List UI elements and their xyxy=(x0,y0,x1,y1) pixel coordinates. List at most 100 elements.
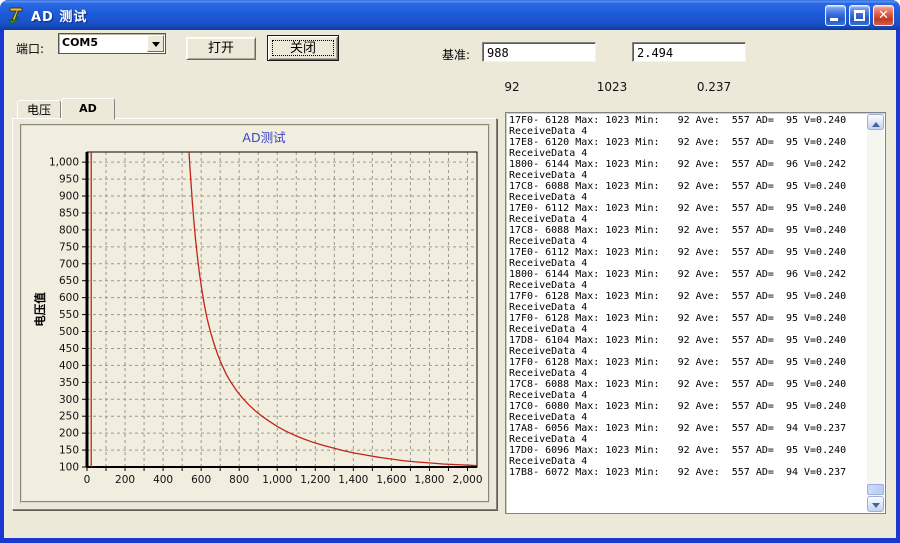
y-tick-label: 500 xyxy=(59,326,79,338)
y-tick-label: 700 xyxy=(59,258,79,270)
log-line[interactable]: 17F0- 6128 Max: 1023 Min: 92 Ave: 557 AD… xyxy=(509,357,865,368)
chart-svg: 1001502002503003504004505005506006507007… xyxy=(22,126,488,501)
log-line[interactable]: 17A8- 6056 Max: 1023 Min: 92 Ave: 557 AD… xyxy=(509,423,865,434)
close-port-button-label: 关闭 xyxy=(272,40,334,56)
plot-frame xyxy=(87,152,477,467)
log-line[interactable]: ReceiveData 4 xyxy=(509,456,865,467)
y-axis-label: 电压值 xyxy=(33,292,47,327)
log-line[interactable]: 17F0- 6128 Max: 1023 Min: 92 Ave: 557 AD… xyxy=(509,291,865,302)
close-port-button[interactable]: 关闭 xyxy=(267,35,339,61)
combobox-dropdown-icon[interactable] xyxy=(147,35,164,52)
log-scrollbar[interactable] xyxy=(867,114,884,512)
log-line[interactable]: ReceiveData 4 xyxy=(509,236,865,247)
log-line[interactable]: ReceiveData 4 xyxy=(509,346,865,357)
y-tick-label: 1,000 xyxy=(49,157,79,169)
y-tick-label: 400 xyxy=(59,360,79,372)
window-title: AD 测试 xyxy=(31,6,87,25)
x-tick-label: 600 xyxy=(191,474,211,486)
x-tick-label: 0 xyxy=(84,474,91,486)
log-line[interactable]: 17E0- 6112 Max: 1023 Min: 92 Ave: 557 AD… xyxy=(509,247,865,258)
tab-voltage[interactable]: 电压 xyxy=(17,100,61,119)
scroll-down-icon xyxy=(872,503,880,512)
close-icon: ✕ xyxy=(874,7,893,25)
x-tick-label: 1,800 xyxy=(414,474,444,486)
reference-ad-input[interactable] xyxy=(482,42,596,62)
log-line[interactable]: 17E8- 6120 Max: 1023 Min: 92 Ave: 557 AD… xyxy=(509,137,865,148)
x-tick-label: 2,000 xyxy=(452,474,482,486)
app-window: AD 测试 ✕ 端口: COM5 打开 关闭 基准: 92 1023 0.237… xyxy=(0,0,900,543)
y-tick-label: 600 xyxy=(59,292,79,304)
log-lines: 17F0- 6128 Max: 1023 Min: 92 Ave: 557 AD… xyxy=(509,115,865,511)
reference-volt-input[interactable] xyxy=(632,42,746,62)
app-icon xyxy=(7,5,27,25)
log-line[interactable]: ReceiveData 4 xyxy=(509,302,865,313)
minimize-button[interactable] xyxy=(825,5,846,26)
stat-volt-value: 0.237 xyxy=(690,80,738,94)
log-line[interactable]: 1800- 6144 Max: 1023 Min: 92 Ave: 557 AD… xyxy=(509,269,865,280)
scroll-up-icon xyxy=(872,118,880,127)
titlebar: AD 测试 ✕ xyxy=(0,0,900,30)
log-line[interactable]: ReceiveData 4 xyxy=(509,434,865,445)
log-line[interactable]: ReceiveData 4 xyxy=(509,368,865,379)
close-window-button[interactable]: ✕ xyxy=(873,5,894,26)
y-tick-label: 100 xyxy=(59,462,79,474)
reference-label: 基准: xyxy=(442,46,470,63)
x-tick-label: 1,000 xyxy=(262,474,292,486)
x-tick-label: 200 xyxy=(115,474,135,486)
chart-title: AD测试 xyxy=(242,130,286,145)
ad-chart: 1001502002503003504004505005506006507007… xyxy=(20,124,490,503)
stat-max-value: 1023 xyxy=(592,80,632,94)
open-port-button[interactable]: 打开 xyxy=(186,37,256,60)
client-area: 端口: COM5 打开 关闭 基准: 92 1023 0.237 电压 AD 1… xyxy=(4,30,896,538)
log-line[interactable]: 17E0- 6112 Max: 1023 Min: 92 Ave: 557 AD… xyxy=(509,203,865,214)
log-line[interactable]: ReceiveData 4 xyxy=(509,390,865,401)
y-tick-label: 150 xyxy=(59,445,79,457)
log-line[interactable]: 1800- 6144 Max: 1023 Min: 92 Ave: 557 AD… xyxy=(509,159,865,170)
x-tick-label: 1,200 xyxy=(300,474,330,486)
log-line[interactable]: 17C8- 6088 Max: 1023 Min: 92 Ave: 557 AD… xyxy=(509,225,865,236)
y-tick-label: 550 xyxy=(59,309,79,321)
minimize-icon xyxy=(830,18,838,21)
log-line[interactable]: ReceiveData 4 xyxy=(509,170,865,181)
receive-log-listbox[interactable]: 17F0- 6128 Max: 1023 Min: 92 Ave: 557 AD… xyxy=(505,112,886,514)
scrollbar-thumb[interactable] xyxy=(867,484,884,495)
y-tick-label: 250 xyxy=(59,411,79,423)
log-line[interactable]: 17C8- 6088 Max: 1023 Min: 92 Ave: 557 AD… xyxy=(509,181,865,192)
port-combobox[interactable]: COM5 xyxy=(58,33,166,54)
port-label: 端口: xyxy=(16,40,44,57)
x-tick-label: 400 xyxy=(153,474,173,486)
y-tick-label: 950 xyxy=(59,174,79,186)
log-line[interactable]: 17C8- 6088 Max: 1023 Min: 92 Ave: 557 AD… xyxy=(509,379,865,390)
x-tick-label: 800 xyxy=(229,474,249,486)
log-line[interactable]: 17F0- 6128 Max: 1023 Min: 92 Ave: 557 AD… xyxy=(509,115,865,126)
log-line[interactable]: 17F0- 6128 Max: 1023 Min: 92 Ave: 557 AD… xyxy=(509,313,865,324)
x-tick-label: 1,400 xyxy=(338,474,368,486)
y-tick-label: 800 xyxy=(59,224,79,236)
log-line[interactable]: ReceiveData 4 xyxy=(509,258,865,269)
log-line[interactable]: ReceiveData 4 xyxy=(509,412,865,423)
y-tick-label: 200 xyxy=(59,428,79,440)
maximize-button[interactable] xyxy=(849,5,870,26)
tab-page-ad: 1001502002503003504004505005506006507007… xyxy=(12,118,497,510)
log-line[interactable]: ReceiveData 4 xyxy=(509,214,865,225)
y-tick-label: 300 xyxy=(59,394,79,406)
scrollbar-down-button[interactable] xyxy=(867,496,884,512)
log-line[interactable]: ReceiveData 4 xyxy=(509,280,865,291)
log-line[interactable]: ReceiveData 4 xyxy=(509,126,865,137)
log-line[interactable]: ReceiveData 4 xyxy=(509,148,865,159)
log-line[interactable]: 17D8- 6104 Max: 1023 Min: 92 Ave: 557 AD… xyxy=(509,335,865,346)
y-tick-label: 450 xyxy=(59,343,79,355)
log-line[interactable]: 17B8- 6072 Max: 1023 Min: 92 Ave: 557 AD… xyxy=(509,467,865,478)
y-tick-label: 350 xyxy=(59,377,79,389)
log-line[interactable]: ReceiveData 4 xyxy=(509,324,865,335)
y-tick-label: 750 xyxy=(59,241,79,253)
log-line[interactable]: 17D0- 6096 Max: 1023 Min: 92 Ave: 557 AD… xyxy=(509,445,865,456)
scrollbar-up-button[interactable] xyxy=(867,114,884,130)
log-line[interactable]: ReceiveData 4 xyxy=(509,192,865,203)
x-tick-label: 1,600 xyxy=(376,474,406,486)
y-tick-label: 900 xyxy=(59,191,79,203)
maximize-icon xyxy=(854,10,865,21)
tab-ad[interactable]: AD xyxy=(61,98,115,120)
log-line[interactable]: 17C0- 6080 Max: 1023 Min: 92 Ave: 557 AD… xyxy=(509,401,865,412)
y-tick-label: 850 xyxy=(59,207,79,219)
